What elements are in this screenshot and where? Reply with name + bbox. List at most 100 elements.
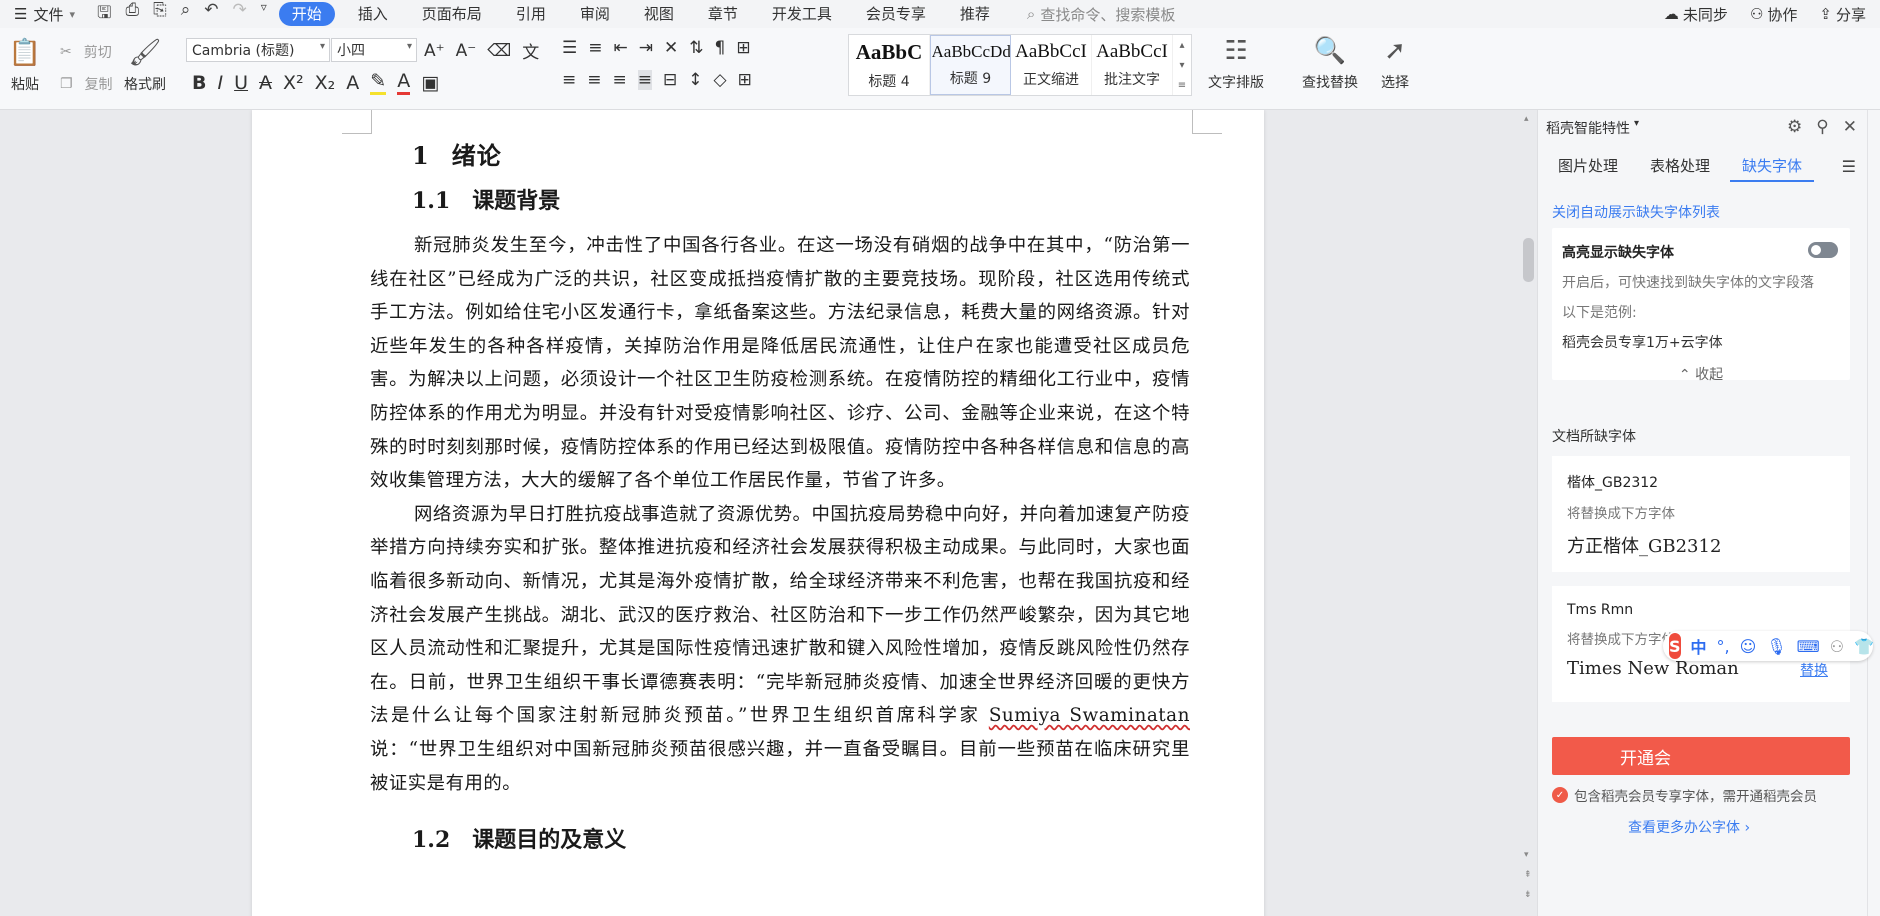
share-button[interactable]: ⇪ 分享	[1819, 4, 1866, 25]
document-page[interactable]: 1 绪论 1.1 课题背景 新冠肺炎发生至今，冲击性了中国各行各业。在这一场没有硝烟…	[252, 110, 1264, 916]
print-icon[interactable]: ⎘	[153, 0, 167, 29]
collab-button[interactable]: ⚇ 协作	[1750, 4, 1797, 25]
save-icon[interactable]: 🖫	[97, 0, 111, 29]
highlight-icon[interactable]: ✎	[370, 70, 387, 95]
char-border-icon[interactable]: ▣	[421, 72, 439, 94]
prev-page-icon[interactable]: ⇞	[1524, 870, 1532, 880]
skin-icon[interactable]: 👕	[1854, 637, 1874, 656]
pin-icon[interactable]: ⚲	[1816, 117, 1828, 137]
superscript-icon[interactable]: X²	[283, 72, 304, 94]
tab-page-layout[interactable]: 页面布局	[405, 2, 499, 26]
collapse-button[interactable]: ⌃ 收起	[1562, 364, 1840, 384]
sync-button[interactable]: ☁ 未同步	[1664, 4, 1728, 25]
export-pdf-icon[interactable]: ⎙	[125, 0, 139, 29]
shading-icon[interactable]: ◇	[714, 70, 727, 90]
scroll-thumb[interactable]	[1523, 238, 1534, 282]
tab-view[interactable]: 视图	[627, 2, 691, 26]
sort-icon[interactable]: ⇅	[689, 38, 703, 58]
font-name-select[interactable]: Cambria (标题) ▾	[186, 38, 330, 62]
phonetic-icon[interactable]: 文	[522, 38, 539, 63]
justify-icon[interactable]: ≡	[637, 70, 652, 90]
align-row: ≡ ≡ ≡ ≡ ⊟ ↕ ◇ ⊞	[562, 70, 752, 90]
clear-format-icon[interactable]: ⌫	[487, 41, 511, 61]
style-heading-4[interactable]: AaBbC 标题 4	[849, 35, 930, 95]
command-search[interactable]: ⌕ 查找命令、搜索模板	[1027, 4, 1175, 25]
copy-button[interactable]: ❐ 复制	[60, 74, 113, 94]
replace-link[interactable]: 替换	[1800, 660, 1828, 680]
tab-member[interactable]: 会员专享	[849, 2, 943, 26]
customize-icon[interactable]: ▿	[261, 0, 267, 29]
close-icon[interactable]: ✕	[1843, 117, 1857, 137]
align-left-icon[interactable]: ≡	[562, 70, 576, 90]
distribute-icon[interactable]: ⊟	[663, 70, 677, 90]
ime-punct[interactable]: °,	[1717, 637, 1730, 656]
chinese-layout-icon[interactable]: ✕	[664, 38, 678, 58]
tab-missing-fonts[interactable]: 缺失字体	[1730, 150, 1815, 182]
align-center-icon[interactable]: ≡	[587, 70, 601, 90]
underline-icon[interactable]: U	[234, 72, 248, 94]
scroll-up-icon[interactable]: ▴	[1524, 114, 1529, 124]
italic-icon[interactable]: I	[217, 72, 223, 94]
increase-indent-icon[interactable]: ⇥	[639, 38, 653, 58]
numbered-list-icon[interactable]: ≡	[588, 38, 602, 58]
more-fonts-link[interactable]: 查看更多办公字体 ›	[1628, 817, 1750, 837]
close-auto-show-link[interactable]: 关闭自动展示缺失字体列表	[1552, 202, 1720, 222]
grow-font-icon[interactable]: A⁺	[424, 41, 445, 61]
style-body-indent[interactable]: AaBbCcI 正文缩进	[1011, 35, 1092, 95]
replacement-font: Times New Roman	[1567, 658, 1739, 679]
next-page-icon[interactable]: ⇟	[1524, 890, 1532, 900]
subscript-icon[interactable]: X₂	[315, 72, 336, 94]
tab-recommend[interactable]: 推荐	[943, 2, 1007, 26]
panel-title[interactable]: 稻壳智能特性 ▾	[1546, 118, 1639, 138]
user-icon[interactable]: ⚇	[1830, 637, 1844, 656]
format-painter-button[interactable]: 🖌 格式刷	[124, 36, 166, 94]
decrease-indent-icon[interactable]: ⇤	[614, 38, 628, 58]
tab-start[interactable]: 开始	[278, 2, 335, 26]
shrink-font-icon[interactable]: A⁻	[456, 41, 477, 61]
style-preview: AaBbCcI	[1015, 41, 1087, 62]
bold-icon[interactable]: B	[192, 72, 206, 94]
select-button[interactable]: ➚ 选择	[1380, 34, 1410, 92]
file-menu[interactable]: ☰ 文件 ▾	[0, 4, 85, 25]
strikethrough-icon[interactable]: A	[259, 72, 272, 94]
gear-icon[interactable]: ⚙	[1787, 117, 1802, 137]
paragraph-mark-icon[interactable]: ¶	[715, 38, 726, 58]
paste-button[interactable]: 📋 粘贴	[9, 36, 41, 94]
style-comment-text[interactable]: AaBbCcI 批注文字	[1092, 35, 1173, 95]
print-preview-icon[interactable]: ⌕	[181, 0, 191, 29]
tab-review[interactable]: 审阅	[563, 2, 627, 26]
borders-icon[interactable]: ⊞	[738, 70, 752, 90]
align-right-icon[interactable]: ≡	[613, 70, 627, 90]
undo-icon[interactable]: ↶	[204, 0, 218, 29]
ime-toolbar[interactable]: S 中 °, ☺ 🎙 ⌨ ⚇ 👕	[1663, 631, 1874, 661]
bullet-list-icon[interactable]: ☰	[562, 38, 577, 58]
find-replace-button[interactable]: 🔍 查找替换	[1302, 34, 1358, 92]
keyboard-icon[interactable]: ⌨	[1797, 637, 1820, 656]
tab-table-processing[interactable]: 表格处理	[1638, 150, 1722, 182]
text-effect-icon[interactable]: A	[346, 72, 359, 94]
missing-font-card[interactable]: 楷体_GB2312 将替换成下方字体 方正楷体_GB2312	[1552, 456, 1850, 572]
menu-icon[interactable]: ☰	[1842, 157, 1856, 176]
font-color-icon[interactable]: A	[397, 70, 411, 95]
style-heading-9[interactable]: AaBbCcDd 标题 9	[930, 35, 1011, 95]
tab-developer[interactable]: 开发工具	[755, 2, 849, 26]
heading-number: 1.2	[412, 827, 451, 854]
scroll-down-icon[interactable]: ▾	[1524, 850, 1529, 860]
open-membership-button[interactable]: 开通会	[1552, 737, 1850, 775]
table-tools-icon[interactable]: ⊞	[736, 38, 750, 58]
cut-button[interactable]: ✂ 剪切	[60, 42, 112, 62]
vertical-scrollbar[interactable]: ▴ ▾ ⇞ ⇟	[1519, 110, 1539, 916]
tab-chapter[interactable]: 章节	[691, 2, 755, 26]
tab-insert[interactable]: 插入	[341, 2, 405, 26]
ime-mode[interactable]: 中	[1691, 634, 1707, 658]
microphone-icon[interactable]: 🎙	[1766, 637, 1786, 656]
styles-scroll[interactable]: ▴ ▾ ≡	[1173, 35, 1191, 95]
font-size-select[interactable]: 小四 ▾	[331, 38, 417, 62]
text-layout-button[interactable]: ☷ 文字排版	[1208, 34, 1264, 92]
highlight-toggle[interactable]	[1808, 242, 1838, 258]
line-spacing-icon[interactable]: ↕	[688, 70, 702, 90]
tab-image-processing[interactable]: 图片处理	[1546, 150, 1630, 182]
redo-icon[interactable]: ↷	[232, 0, 246, 29]
emoji-icon[interactable]: ☺	[1740, 637, 1757, 656]
tab-references[interactable]: 引用	[499, 2, 563, 26]
